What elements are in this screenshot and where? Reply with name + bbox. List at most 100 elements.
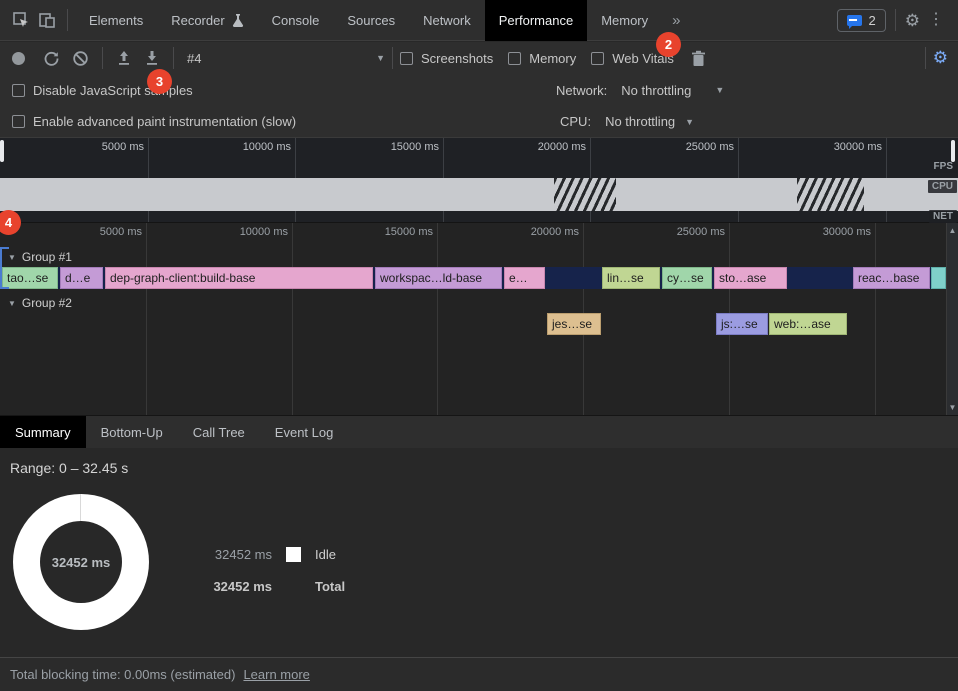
legend-total-value: 32452 ms [206,579,272,594]
devtools-tab-bar: Elements Recorder Console Sources NetworkPer… [0,0,958,41]
collapse-triangle-icon[interactable]: ▼ [8,299,16,308]
tick-label: 10000 ms [218,226,288,238]
flame-bar[interactable]: d…e [60,267,103,289]
load-profile-icon[interactable] [116,50,132,66]
timeline-overview[interactable]: 5000 ms10000 ms15000 ms20000 ms25000 ms3… [0,138,958,222]
screenshots-checkbox[interactable]: Screenshots [400,51,493,66]
cpu-throttling-control: CPU: No throttling ▼ [560,114,694,129]
tab-label: Memory [601,13,648,28]
flame-bar[interactable]: sto…ase [714,267,787,289]
flame-bar[interactable]: dep-graph-client:build-base [105,267,373,289]
chevron-down-icon[interactable]: ▼ [715,85,724,95]
checkbox-icon[interactable] [12,84,25,97]
flame-bar[interactable]: tao…se [2,267,58,289]
footer-status-bar: Total blocking time: 0.00ms (estimated) … [0,657,958,691]
summary-panel: Range: 0 – 32.45 s 32452 ms 32452 ms Idl… [0,448,958,657]
checkbox-icon[interactable] [400,52,413,65]
checkbox-label: Screenshots [421,51,493,66]
settings-gear-icon[interactable]: ⚙ [905,12,920,29]
flame-bar[interactable]: lin…se [602,267,660,289]
tab-network[interactable]: Network [409,0,485,41]
chevron-down-icon[interactable]: ▼ [685,117,694,127]
flame-bar[interactable]: cy…se [662,267,712,289]
learn-more-link[interactable]: Learn more [243,667,309,682]
flame-bar[interactable]: jes…se [547,313,601,335]
flame-bar[interactable] [931,267,946,289]
capture-settings-gear-icon[interactable]: ⚙ [933,48,948,68]
history-selected-value: #4 [187,51,201,66]
collapse-triangle-icon[interactable]: ▼ [8,253,16,262]
checkbox-icon[interactable] [12,115,25,128]
step-badge-2[interactable]: 2 [656,32,681,57]
chevron-down-icon: ▼ [376,53,385,63]
tick-label: 20000 ms [516,141,586,153]
menu-dots-icon[interactable]: ⋮ [922,12,950,28]
range-label: Range: 0 – 32.45 s [10,460,128,476]
save-profile-icon[interactable] [144,50,160,66]
checkbox-icon[interactable] [508,52,521,65]
vertical-scrollbar[interactable]: ▲ ▼ [946,223,958,415]
tab-recorder[interactable]: Recorder [157,0,257,41]
legend-idle-swatch [286,547,301,562]
scroll-down-icon[interactable]: ▼ [949,403,957,412]
flame-bar[interactable]: e… [504,267,545,289]
tab-label: Recorder [171,13,224,28]
bottom-tab-summary[interactable]: Summary [0,416,86,449]
details-tab-bar: SummaryBottom-UpCall TreeEvent Log [0,415,958,448]
flame-bar[interactable]: workspac…ld-base [375,267,502,289]
flame-chart[interactable]: 5000 ms10000 ms15000 ms20000 ms25000 ms3… [0,222,958,415]
summary-legend: 32452 ms Idle 32452 ms Total [206,538,345,602]
flame-track-row: jes…se js:…seweb:…ase [0,313,946,335]
device-toolbar-icon[interactable] [38,11,56,29]
tick-label: 25000 ms [664,141,734,153]
reload-and-record-icon[interactable] [43,50,60,67]
tab-elements[interactable]: Elements [75,0,157,41]
record-button[interactable] [12,52,25,65]
bottom-tab-call-tree[interactable]: Call Tree [178,416,260,449]
step-badge-3[interactable]: 3 [147,69,172,94]
tick-label: 30000 ms [801,226,871,238]
cpu-throttling-select[interactable]: No throttling [605,114,675,129]
tab-memory[interactable]: Memory [587,0,662,41]
flask-icon [232,13,244,27]
issues-badge[interactable]: 2 [837,9,886,32]
advanced-paint-checkbox[interactable]: Enable advanced paint instrumentation (s… [12,114,296,129]
bottom-tab-event-log[interactable]: Event Log [260,416,349,449]
divider [67,9,68,31]
cpu-hatch-region [554,178,616,211]
tick-label: 25000 ms [655,226,725,238]
tab-performance[interactable]: Performance [485,0,587,41]
overview-left-handle[interactable] [0,140,4,162]
tab-console[interactable]: Console [258,0,334,41]
lane-label-net: NET [929,210,957,223]
tab-sources[interactable]: Sources [333,0,409,41]
network-label: Network: [556,83,607,98]
legend-idle-label: Idle [315,547,345,562]
checkbox-icon[interactable] [591,52,604,65]
chat-bubble-icon [847,15,862,26]
tick-label: 5000 ms [72,226,142,238]
flame-bar[interactable]: web:…ase [769,313,847,335]
network-throttling-select[interactable]: No throttling [621,83,691,98]
bottom-tab-bottom-up[interactable]: Bottom-Up [86,416,178,449]
network-throttling-control: Network: No throttling ▼ [556,83,724,98]
tab-label: Sources [347,13,395,28]
memory-checkbox[interactable]: Memory [508,51,576,66]
overview-right-handle[interactable] [951,140,955,162]
tick-label: 5000 ms [74,141,144,153]
garbage-collect-icon[interactable] [691,50,706,67]
issues-count: 2 [869,13,876,28]
flame-bar[interactable]: js:…se [716,313,768,335]
selection-bracket [0,247,8,289]
flame-track-row: tao…sed…edep-graph-client:build-basework… [0,267,946,289]
scroll-up-icon[interactable]: ▲ [949,226,957,235]
flame-bar[interactable]: reac…base [853,267,930,289]
group-label-text: Group #1 [22,250,72,264]
more-tabs-chevron[interactable]: » [662,12,690,29]
clear-recording-icon[interactable] [72,50,89,67]
group-label-group-1[interactable]: ▼ Group #1 [8,247,72,267]
group-label-group-2[interactable]: ▼Group #2 [8,293,72,313]
history-dropdown[interactable]: #4 ▼ [187,51,385,66]
inspect-element-icon[interactable] [12,11,30,29]
performance-toolbar: #4 ▼ ScreenshotsMemoryWeb Vitals ⚙ [0,42,958,74]
